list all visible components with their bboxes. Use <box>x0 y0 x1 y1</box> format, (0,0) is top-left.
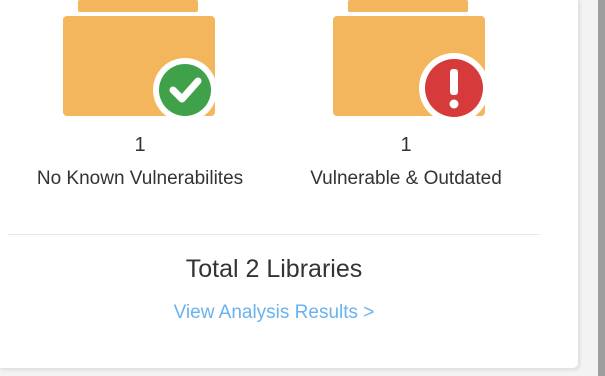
exclamation-icon <box>419 53 489 123</box>
library-summary-card: 1 No Known Vulnerabilites 1 Vulnerable &… <box>0 0 579 369</box>
vulnerable-library-label: Vulnerable & Outdated <box>310 168 502 189</box>
vulnerable-library-count: 1 <box>400 134 412 156</box>
check-icon <box>153 58 217 122</box>
safe-library-count: 1 <box>134 134 146 156</box>
scrollbar-edge <box>598 0 605 376</box>
divider <box>8 234 540 235</box>
view-analysis-results-link[interactable]: View Analysis Results > <box>0 302 548 324</box>
safe-library-label: No Known Vulnerabilites <box>36 168 244 189</box>
total-libraries: Total 2 Libraries <box>185 255 363 283</box>
